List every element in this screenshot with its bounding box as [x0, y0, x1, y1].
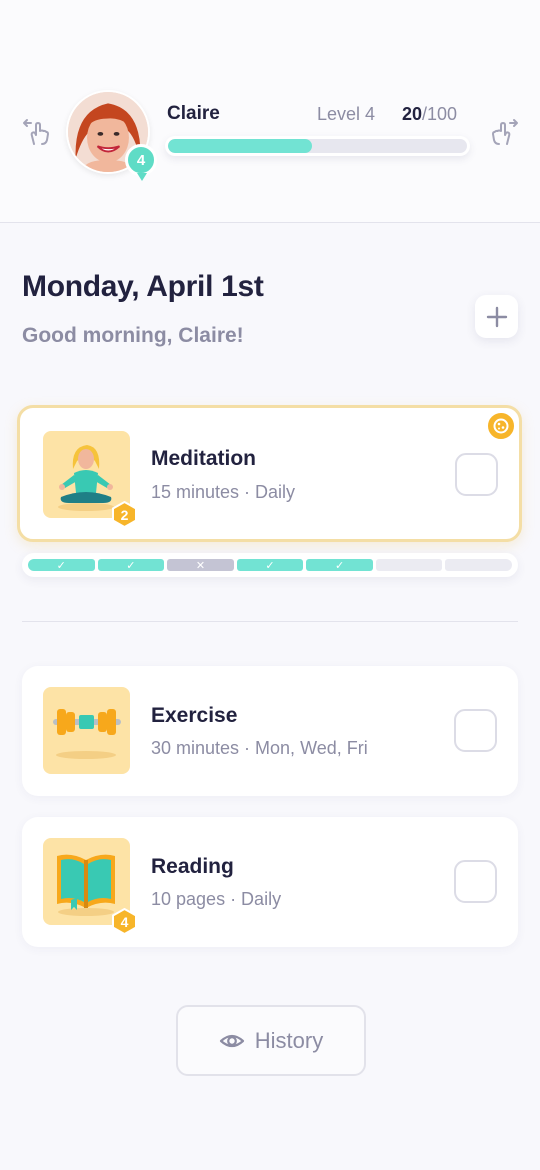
dumbbell-icon: [53, 709, 121, 759]
streak-day: [445, 559, 513, 571]
plus-icon: [486, 306, 507, 327]
xp-current: 20: [402, 104, 423, 124]
habit-badge: 2: [111, 501, 138, 528]
profile-header: 4 Claire Level 4 20/100: [0, 0, 540, 223]
habit-card-exercise[interactable]: Exercise 30 minutes · Mon, Wed, Fri: [22, 666, 518, 796]
streak-day: [375, 559, 443, 571]
habit-title: Exercise: [151, 704, 238, 727]
habit-checkbox[interactable]: [455, 453, 498, 496]
habit-thumbnail: 4: [43, 838, 137, 935]
streak-day: ✓: [97, 559, 165, 572]
habit-badge: 4: [111, 908, 138, 935]
eye-icon: [219, 1034, 244, 1047]
habit-checkbox[interactable]: [454, 709, 497, 752]
add-habit-button[interactable]: [475, 295, 518, 338]
swipe-right-hand-icon[interactable]: [487, 114, 521, 148]
habit-card-meditation[interactable]: 2 Meditation 15 minutes · Daily: [17, 405, 522, 542]
streak-day: ✕: [167, 559, 234, 572]
habit-checkbox[interactable]: [454, 860, 497, 903]
xp-progress-bar: [165, 136, 470, 156]
history-label: History: [254, 1027, 324, 1053]
page-title: Monday, April 1st: [22, 270, 264, 303]
habit-title: Meditation: [151, 447, 256, 470]
avatar-level-badge: 4: [125, 144, 157, 181]
habit-badge-count: 2: [120, 506, 129, 523]
xp-track: [168, 139, 467, 153]
streak-day: ✓: [28, 559, 95, 572]
greeting-text: Good morning, Claire!: [22, 324, 244, 347]
habit-subtitle: 15 minutes · Daily: [151, 482, 296, 502]
habit-thumbnail: [43, 687, 130, 774]
cookie-icon: [486, 411, 516, 441]
streak-day: ✓: [236, 559, 304, 572]
history-button[interactable]: History: [176, 1005, 366, 1076]
weekly-streak-bar: ✓ ✓ ✕ ✓ ✓: [22, 553, 518, 577]
streak-day: ✓: [306, 559, 373, 572]
xp-max: /100: [422, 104, 458, 124]
habit-card-reading[interactable]: 4 Reading 10 pages · Daily: [22, 817, 518, 947]
xp-counter: 20/100: [402, 104, 457, 125]
divider: [22, 621, 518, 622]
habit-subtitle: 30 minutes · Mon, Wed, Fri: [151, 738, 368, 758]
habit-title: Reading: [151, 855, 234, 878]
habit-subtitle: 10 pages · Daily: [151, 889, 282, 909]
user-name: Claire: [167, 103, 220, 124]
habit-thumbnail: 2: [43, 431, 137, 528]
xp-fill: [168, 139, 312, 153]
swipe-left-hand-icon[interactable]: [20, 114, 54, 148]
level-label: Level 4: [317, 104, 376, 124]
habit-badge-count: 4: [120, 913, 129, 930]
